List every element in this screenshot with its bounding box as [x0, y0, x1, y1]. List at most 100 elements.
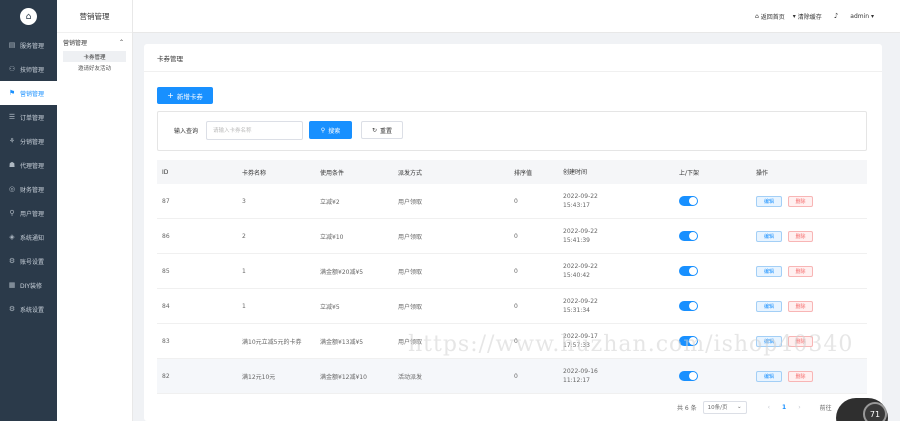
sidebar-item[interactable]: ⚇ 技师管理 — [0, 57, 57, 81]
cell-created: 2022-09-22 15:43:17 — [558, 192, 674, 210]
cell-created-date: 2022-09-22 — [563, 193, 598, 200]
cell-name: 满12元10元 — [242, 373, 276, 381]
delete-button[interactable]: 删除 — [788, 300, 813, 312]
subbar-title: 营销管理 — [57, 0, 132, 33]
goto-label: 前往 — [819, 404, 832, 412]
subbar-group[interactable]: 营销管理 ⌃ — [57, 33, 132, 51]
cell-id: 87 — [162, 197, 170, 205]
status-toggle[interactable] — [679, 231, 698, 241]
user-menu[interactable]: admin ▾ — [850, 13, 874, 20]
menu-icon: ☰ — [8, 113, 16, 121]
cell-method: 用户领取 — [398, 198, 423, 206]
clear-cache-link[interactable]: ▾ 清除缓存 — [793, 12, 822, 21]
cell-status — [674, 266, 751, 276]
sidebar-item-label: 营销管理 — [20, 90, 45, 98]
sidebar-item[interactable]: ◈ 系统通知 — [0, 225, 57, 249]
cell-name: 3 — [242, 197, 246, 205]
col-created: 创建时间 — [563, 168, 588, 176]
sidebar-item[interactable]: ⚙ 系统设置 — [0, 297, 57, 321]
cell-created-date: 2022-09-22 — [563, 263, 598, 270]
status-toggle[interactable] — [679, 266, 698, 276]
chevron-up-icon: ⌃ — [118, 38, 124, 46]
main-sidebar: ⌂ ▤ 服务管理 ⚇ 技师管理 ⚑ 营销管理 ☰ 订单管理 ⚘ 分销管理 ☗ 代理管理 ◎ 财务管理 ⚲ 用户… — [0, 0, 57, 421]
plus-icon: + — [167, 91, 174, 100]
clear-cache-label: 清除缓存 — [797, 13, 822, 21]
edit-button[interactable]: 编辑 — [756, 230, 782, 242]
cell-sort: 0 — [514, 372, 518, 380]
cell-actions: 编辑 删除 — [751, 300, 867, 312]
bell-icon[interactable]: ♪ — [834, 12, 838, 20]
cell-condition: 立减¥2 — [320, 198, 340, 206]
next-page-button[interactable]: › — [798, 404, 800, 411]
subbar-item-coupons[interactable]: 卡券管理 — [63, 51, 126, 62]
menu-icon: ⚇ — [8, 65, 16, 73]
add-coupon-button[interactable]: + 新增卡券 — [157, 87, 213, 104]
edit-button[interactable]: 编辑 — [756, 300, 782, 312]
col-status: 上/下架 — [679, 169, 700, 177]
edit-button[interactable]: 编辑 — [756, 370, 782, 382]
table-row: 85 1 满金额¥20减¥5 用户领取 0 2022-09-22 15:40:42 编辑 删除 — [157, 254, 867, 289]
trash-icon: ▾ — [792, 12, 796, 20]
cell-created-date: 2022-09-22 — [563, 228, 598, 235]
delete-button[interactable]: 删除 — [788, 370, 813, 382]
sidebar-item[interactable]: ⚘ 分销管理 — [0, 129, 57, 153]
add-coupon-label: 新增卡券 — [176, 92, 203, 101]
cell-name: 2 — [242, 232, 246, 240]
col-name: 卡券名称 — [242, 169, 267, 177]
prev-page-button[interactable]: ‹ — [768, 404, 770, 411]
top-bar: ⌂ 返回首页 ▾ 清除缓存 ♪ admin ▾ — [133, 0, 900, 33]
search-label: 输入查询 — [174, 128, 199, 135]
cell-created-date: 2022-09-16 — [563, 368, 598, 375]
sidebar-item[interactable]: ⚙ 账号设置 — [0, 249, 57, 273]
cell-method: 用户领取 — [398, 233, 423, 241]
cell-name: 1 — [242, 302, 246, 310]
status-toggle[interactable] — [679, 196, 698, 206]
sidebar-item[interactable]: ⚲ 用户管理 — [0, 201, 57, 225]
menu-icon: ⚙ — [8, 257, 16, 265]
sidebar-item-label: DIY装修 — [20, 282, 43, 290]
status-toggle[interactable] — [679, 371, 698, 381]
edit-button[interactable]: 编辑 — [756, 195, 782, 207]
col-method: 派发方式 — [398, 169, 423, 177]
cell-created-time: 15:31:34 — [563, 307, 590, 314]
menu-icon: ⚑ — [8, 89, 16, 97]
page-number-current[interactable]: 1 — [782, 404, 786, 411]
subbar-item-invite[interactable]: 邀请好友活动 — [63, 62, 126, 73]
sidebar-item[interactable]: ▦ DIY装修 — [0, 273, 57, 297]
sidebar-item[interactable]: ▤ 服务管理 — [0, 33, 57, 57]
sidebar-item[interactable]: ☰ 订单管理 — [0, 105, 57, 129]
delete-button[interactable]: 删除 — [788, 265, 813, 277]
status-toggle[interactable] — [679, 301, 698, 311]
secondary-sidebar: 营销管理 营销管理 ⌃ 卡券管理 邀请好友活动 — [57, 0, 133, 421]
cell-sort: 0 — [514, 302, 518, 310]
reset-button[interactable]: ↻ 重置 — [361, 121, 403, 139]
sidebar-item[interactable]: ☗ 代理管理 — [0, 153, 57, 177]
sidebar-item[interactable]: ⚑ 营销管理 — [0, 81, 57, 105]
floating-badge[interactable]: 71 — [863, 402, 887, 421]
cell-condition: 满金额¥20减¥5 — [320, 268, 364, 276]
logo[interactable]: ⌂ — [0, 0, 57, 33]
table-body: 87 3 立减¥2 用户领取 0 2022-09-22 15:43:17 编辑 删除 86 2 立减¥… — [157, 184, 867, 394]
chevron-down-icon: ⌄ — [737, 404, 742, 410]
search-input[interactable] — [206, 121, 303, 140]
sidebar-item-label: 系统设置 — [20, 306, 45, 314]
search-button-label: 搜索 — [328, 127, 341, 135]
search-button[interactable]: ⚲ 搜索 — [309, 121, 352, 139]
col-actions: 操作 — [756, 169, 769, 177]
col-condition: 使用条件 — [320, 169, 345, 177]
page-size-select[interactable]: 10条/页 ⌄ — [702, 400, 747, 414]
cell-status — [674, 371, 751, 381]
sidebar-item-label: 技师管理 — [20, 66, 45, 74]
cell-created: 2022-09-22 15:40:42 — [558, 262, 674, 280]
cell-status — [674, 301, 751, 311]
sidebar-item[interactable]: ◎ 财务管理 — [0, 177, 57, 201]
home-icon: ⌂ — [20, 8, 37, 25]
table-header: ID 卡券名称 使用条件 派发方式 排序值 创建时间 上/下架 操作 — [157, 160, 867, 184]
edit-button[interactable]: 编辑 — [756, 265, 782, 277]
back-home-label: 返回首页 — [760, 13, 785, 21]
delete-button[interactable]: 删除 — [788, 195, 813, 207]
main-card: 卡券管理 + 新增卡券 输入查询 ⚲ 搜索 ↻ 重置 ID 卡券名称 使用条件 … — [144, 44, 882, 421]
delete-button[interactable]: 删除 — [788, 230, 813, 242]
search-panel: 输入查询 ⚲ 搜索 ↻ 重置 — [157, 111, 867, 151]
back-home-link[interactable]: ⌂ 返回首页 — [755, 12, 785, 21]
